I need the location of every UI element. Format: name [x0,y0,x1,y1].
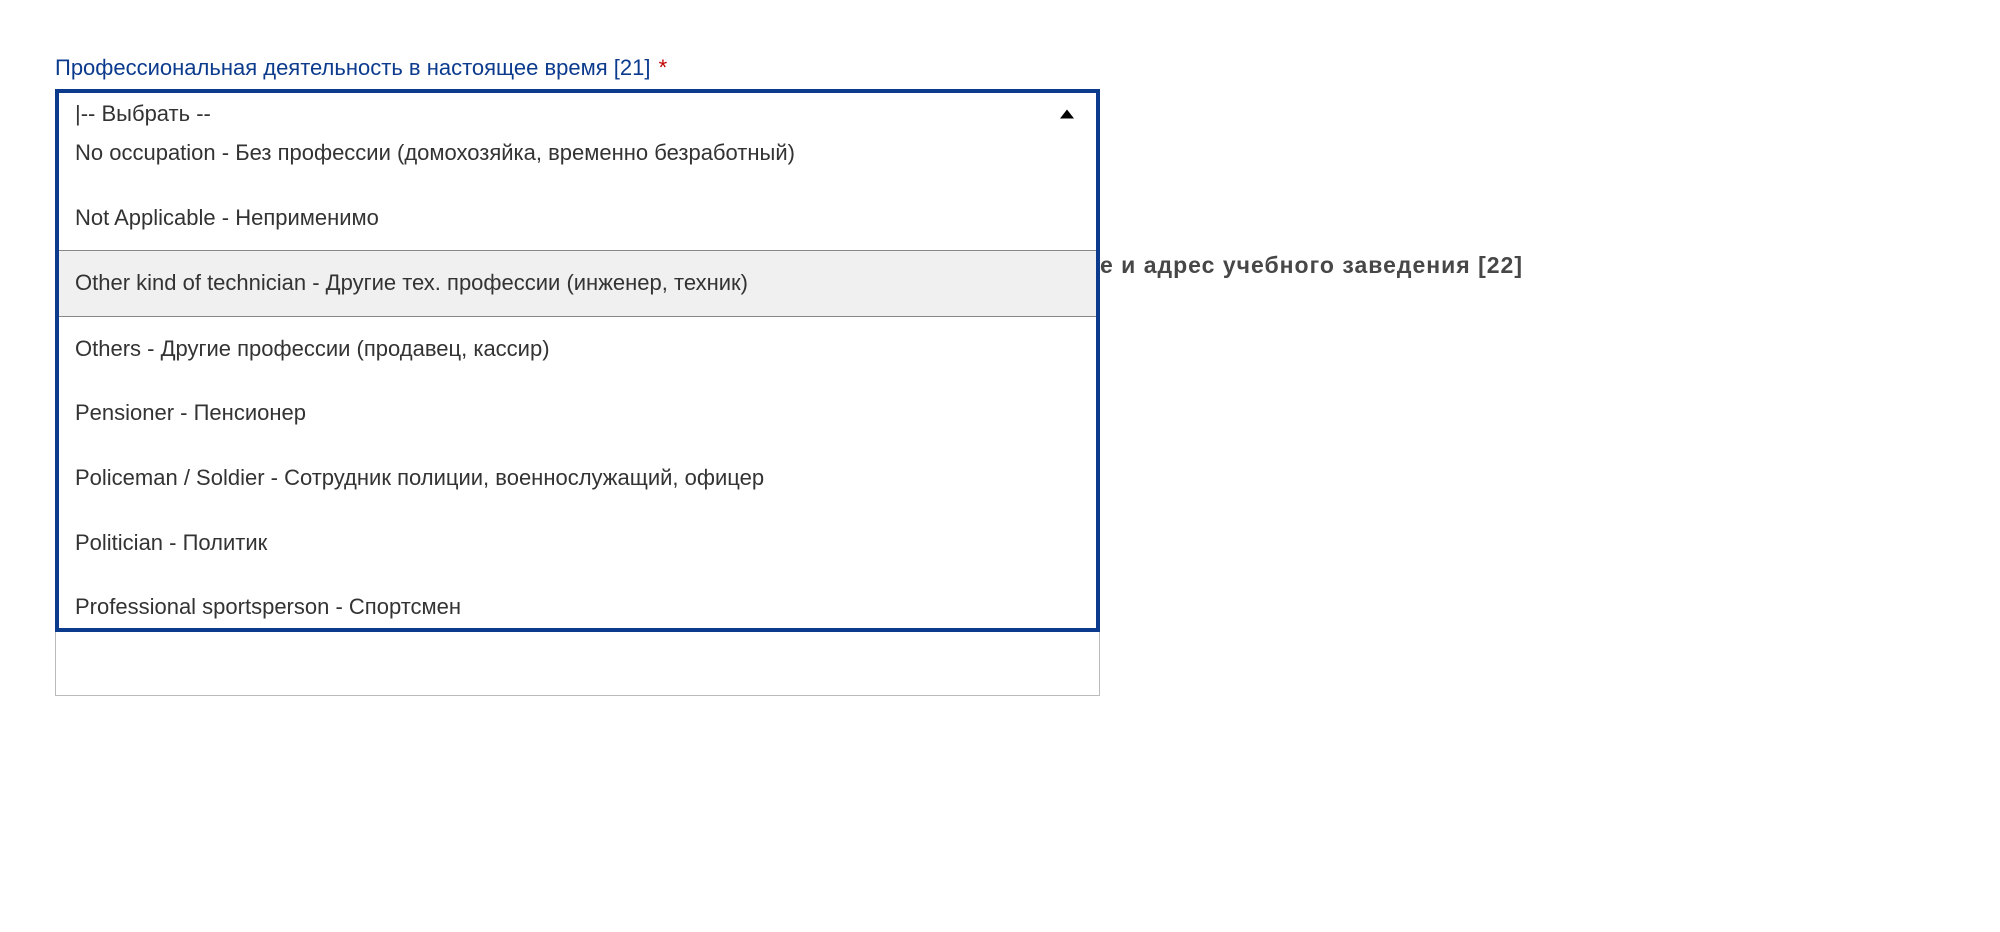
required-marker: * [659,55,668,80]
dropdown-header[interactable]: |-- Выбрать -- [59,93,1096,135]
dropdown-option[interactable]: No occupation - Без профессии (домохозяй… [59,135,1096,186]
chevron-up-icon [1060,110,1074,119]
dropdown-option[interactable]: Policeman / Soldier - Сотрудник полиции,… [59,446,1096,511]
form-container: Профессиональная деятельность в настояще… [55,55,1955,696]
dropdown-options-list: No occupation - Без профессии (домохозяй… [59,135,1096,628]
field-label-text: Профессиональная деятельность в настояще… [55,55,651,80]
dropdown-option[interactable]: Professional sportsperson - Спортсмен [59,575,1096,628]
occupation-dropdown[interactable]: |-- Выбрать -- No occupation - Без профе… [55,89,1100,632]
dropdown-selected-value: |-- Выбрать -- [75,101,211,127]
field-label-21: Профессиональная деятельность в настояще… [55,55,1955,81]
dropdown-option[interactable]: Not Applicable - Неприменимо [59,186,1096,251]
dropdown-option[interactable]: Pensioner - Пенсионер [59,381,1096,446]
dropdown-option[interactable]: Others - Другие профессии (продавец, кас… [59,317,1096,382]
text-input-field[interactable] [55,628,1100,696]
dropdown-option[interactable]: Other kind of technician - Другие тех. п… [59,250,1096,317]
field-label-22-fragment: е и адрес учебного заведения [22] [1100,252,1523,279]
dropdown-option[interactable]: Politician - Политик [59,511,1096,576]
